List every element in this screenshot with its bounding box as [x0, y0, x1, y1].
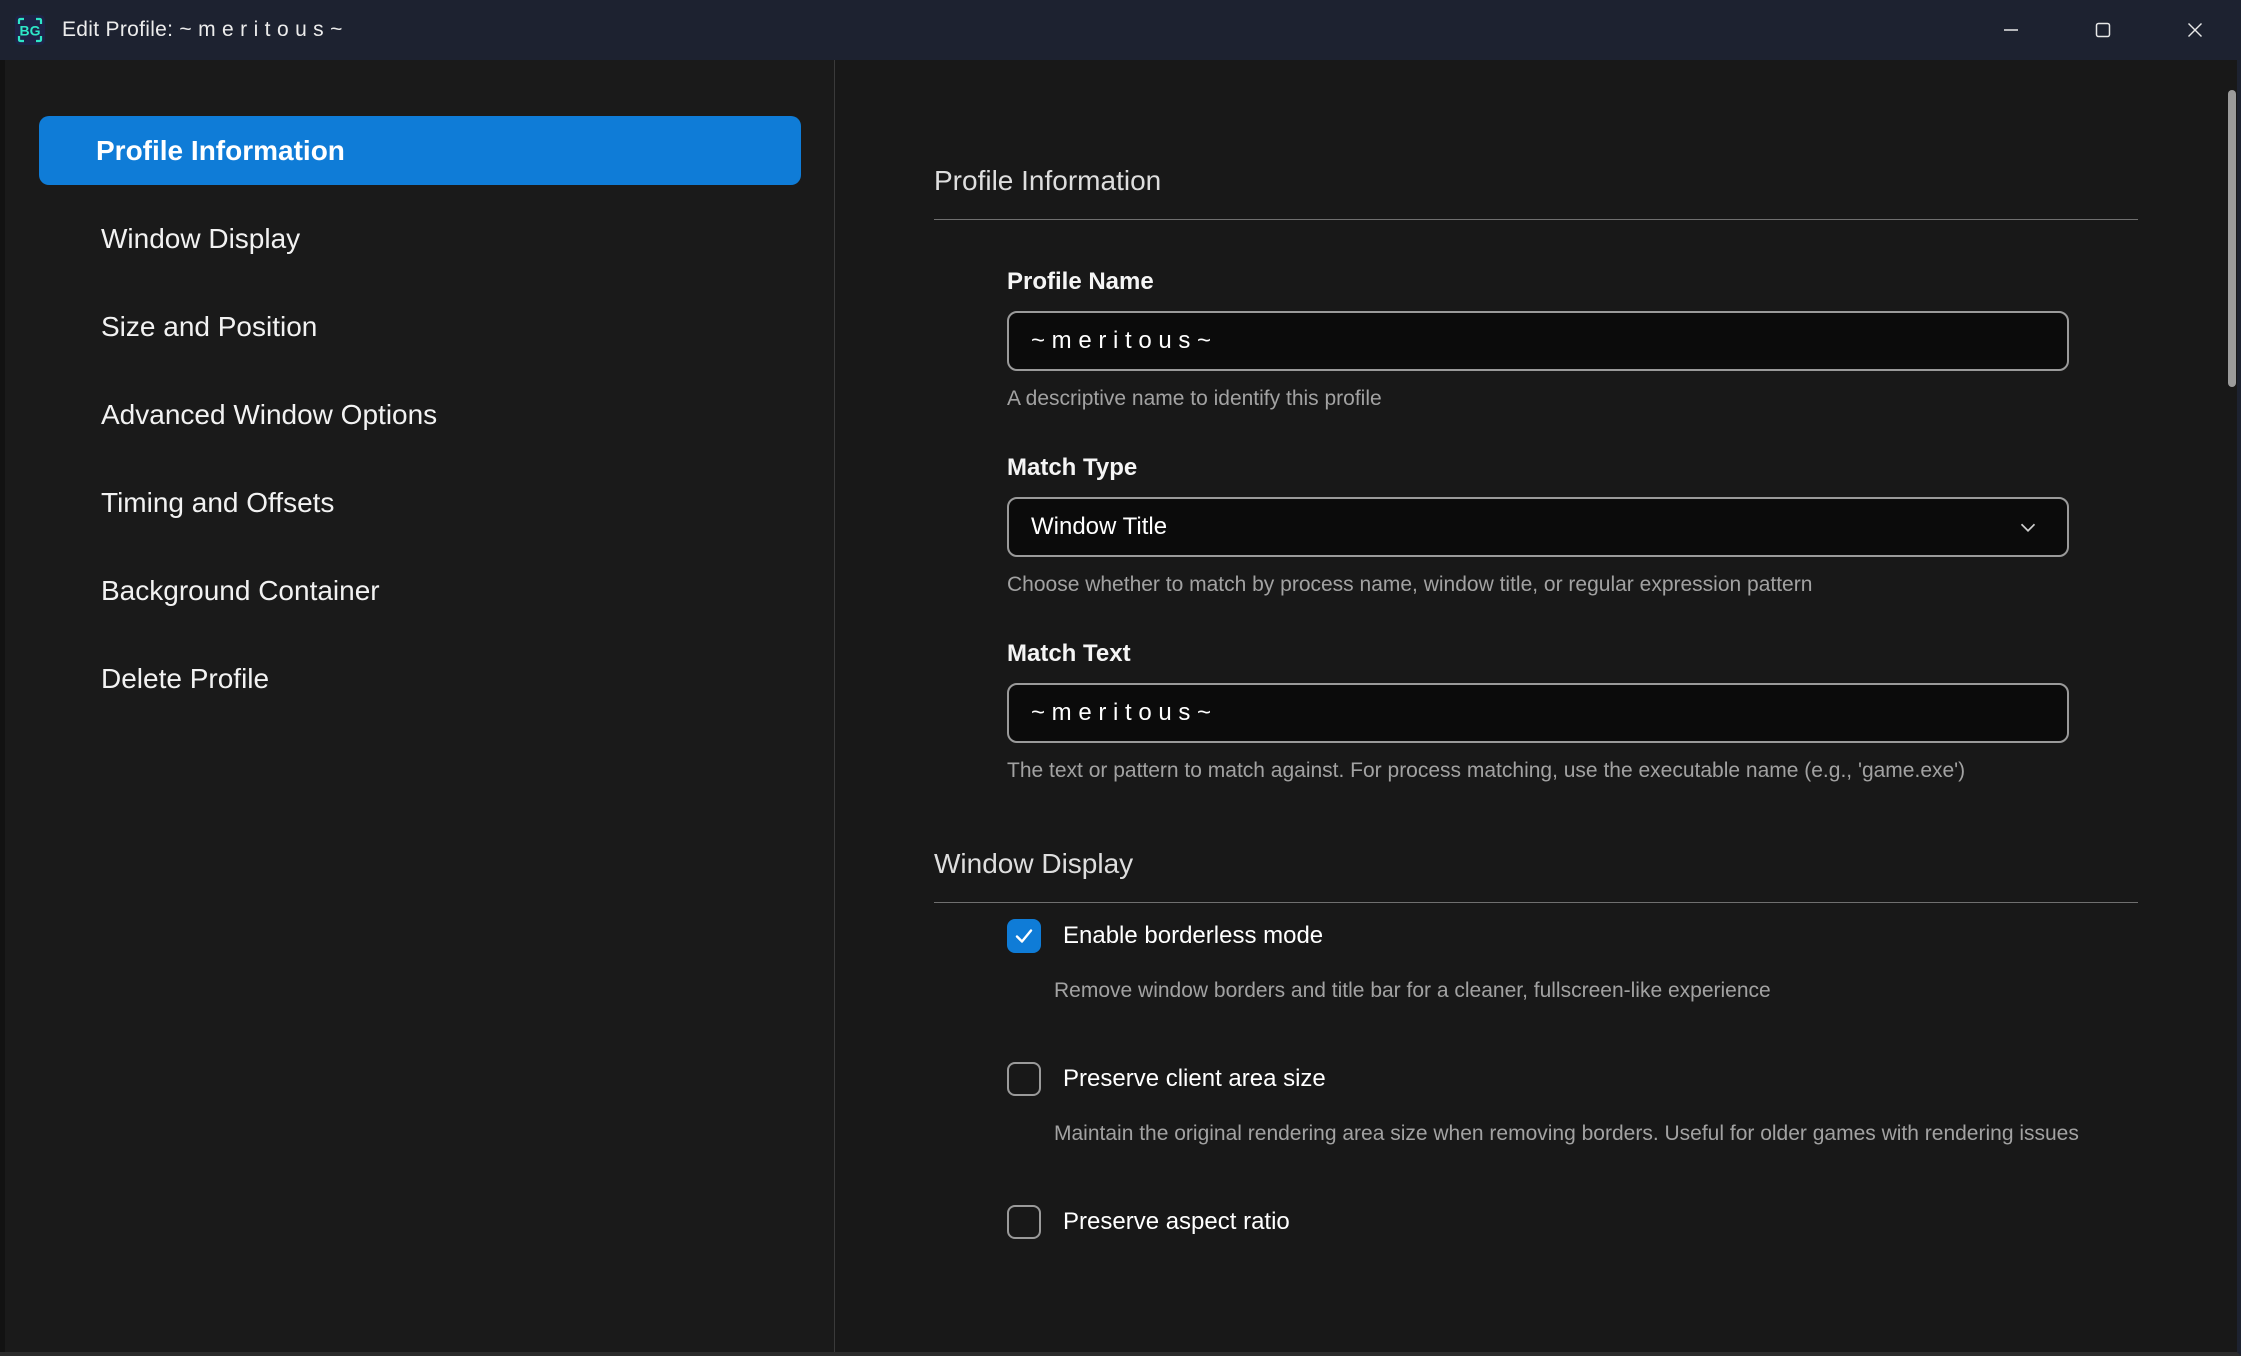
scrollbar-track[interactable]	[2228, 60, 2236, 1352]
section-heading-profile-information: Profile Information	[934, 165, 2237, 197]
match-type-select[interactable]: Window Title	[1007, 497, 2069, 557]
enable-borderless-mode-help: Remove window borders and title bar for …	[1054, 975, 2084, 1006]
profile-name-input[interactable]	[1007, 311, 2069, 371]
enable-borderless-mode-label: Enable borderless mode	[1063, 922, 1323, 950]
scrollbar-thumb[interactable]	[2228, 90, 2236, 387]
sidebar-item-size-and-position[interactable]: Size and Position	[39, 292, 801, 361]
profile-name-label: Profile Name	[1007, 268, 2069, 296]
close-icon	[2184, 19, 2206, 41]
preserve-aspect-ratio-label: Preserve aspect ratio	[1063, 1208, 1290, 1236]
sidebar-item-background-container[interactable]: Background Container	[39, 556, 801, 625]
match-text-help: The text or pattern to match against. Fo…	[1007, 758, 2069, 784]
checkbox-row-enable-borderless-mode[interactable]: Enable borderless mode	[1007, 919, 2097, 953]
match-type-selected-value: Window Title	[1031, 513, 1167, 541]
chevron-down-icon	[2015, 514, 2041, 540]
profile-name-help: A descriptive name to identify this prof…	[1007, 386, 2069, 412]
sidebar: Profile Information Window Display Size …	[0, 60, 835, 1352]
sidebar-item-delete-profile[interactable]: Delete Profile	[39, 644, 801, 713]
sidebar-item-advanced-window-options[interactable]: Advanced Window Options	[39, 380, 801, 449]
preserve-client-area-size-help: Maintain the original rendering area siz…	[1054, 1118, 2084, 1149]
checkmark-icon	[1012, 924, 1036, 948]
titlebar: BG Edit Profile: ~ m e r i t o u s ~	[0, 0, 2241, 60]
section-heading-window-display: Window Display	[934, 848, 2237, 880]
app-icon-text: BG	[20, 23, 41, 39]
window-title: Edit Profile: ~ m e r i t o u s ~	[62, 18, 343, 42]
preserve-client-area-size-label: Preserve client area size	[1063, 1065, 1326, 1093]
minimize-button[interactable]	[1965, 0, 2057, 60]
match-text-label: Match Text	[1007, 640, 2069, 668]
match-type-help: Choose whether to match by process name,…	[1007, 572, 2069, 598]
close-button[interactable]	[2149, 0, 2241, 60]
maximize-button[interactable]	[2057, 0, 2149, 60]
preserve-aspect-ratio-checkbox[interactable]	[1007, 1205, 1041, 1239]
match-text-input[interactable]	[1007, 683, 2069, 743]
main-content: Profile Information Profile Name A descr…	[835, 60, 2237, 1352]
minimize-icon	[2000, 19, 2022, 41]
checkbox-row-preserve-client-area-size[interactable]: Preserve client area size	[1007, 1062, 2097, 1096]
section-divider	[934, 902, 2138, 903]
sidebar-item-profile-information[interactable]: Profile Information	[39, 116, 801, 185]
app-icon: BG	[14, 14, 46, 46]
app-window: BG Edit Profile: ~ m e r i t o u s ~ Pro…	[0, 0, 2241, 1356]
enable-borderless-mode-checkbox[interactable]	[1007, 919, 1041, 953]
sidebar-item-window-display[interactable]: Window Display	[39, 204, 801, 273]
checkbox-row-preserve-aspect-ratio[interactable]: Preserve aspect ratio	[1007, 1205, 2097, 1239]
preserve-client-area-size-checkbox[interactable]	[1007, 1062, 1041, 1096]
sidebar-item-timing-and-offsets[interactable]: Timing and Offsets	[39, 468, 801, 537]
maximize-icon	[2092, 19, 2114, 41]
match-type-label: Match Type	[1007, 454, 2069, 482]
section-divider	[934, 219, 2138, 220]
